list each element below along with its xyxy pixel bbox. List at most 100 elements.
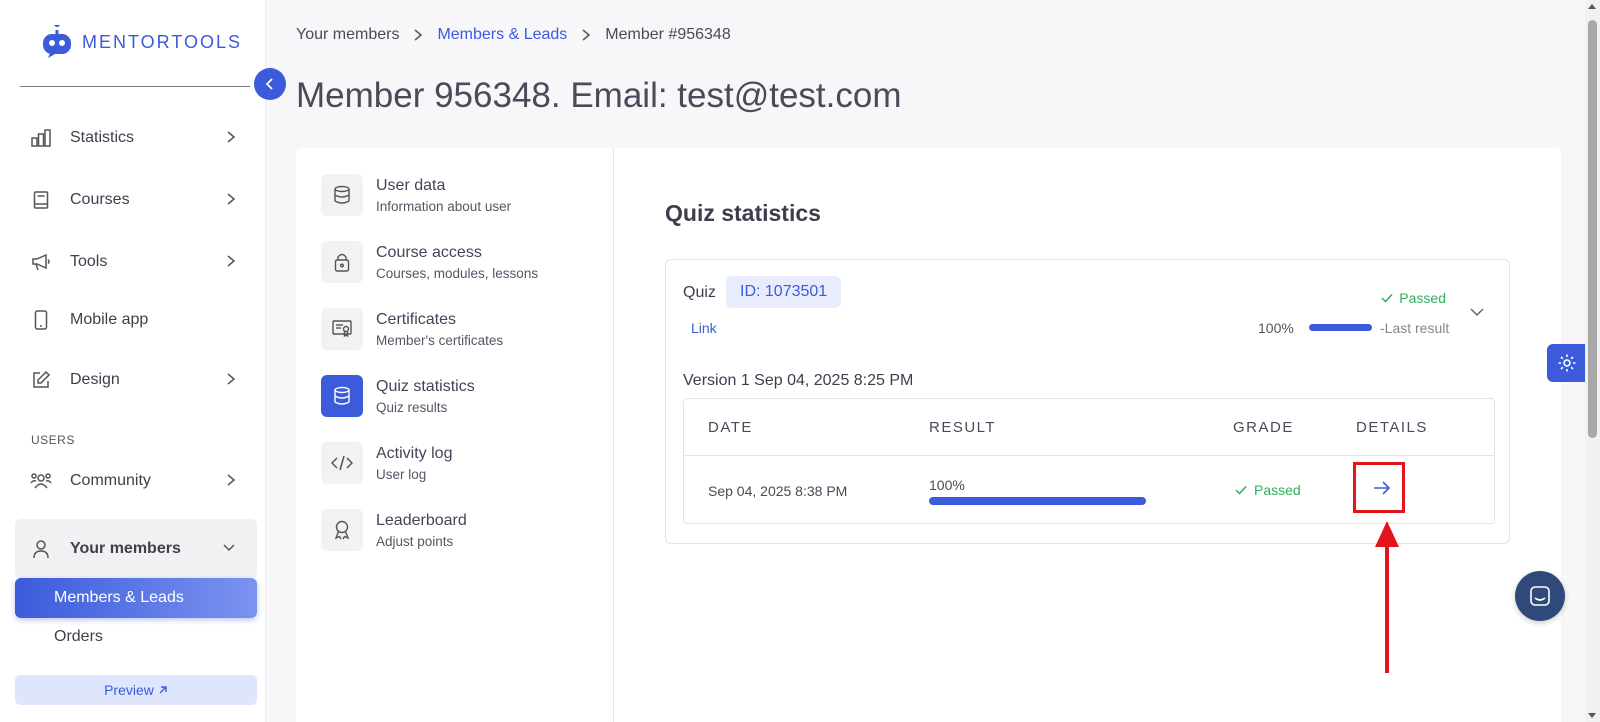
scroll-thumb[interactable] <box>1588 20 1597 438</box>
details-button[interactable] <box>1365 473 1399 503</box>
quiz-status: Passed <box>1381 290 1446 306</box>
section-label-users: USERS <box>31 433 75 447</box>
chevron-right-icon <box>582 29 591 41</box>
subnav-subtitle: Information about user <box>376 198 512 214</box>
check-icon <box>1381 293 1393 303</box>
chevron-right-icon <box>227 193 236 205</box>
subnav-title: Certificates <box>376 310 457 328</box>
code-icon <box>321 442 363 484</box>
logo-divider <box>20 86 250 87</box>
quiz-label: Quiz <box>683 284 716 301</box>
subnav-item-leaderboard[interactable]: Leaderboard Adjust points <box>321 507 601 553</box>
subnav-subtitle: User log <box>376 466 427 482</box>
quiz-content: Quiz statistics Quiz ID: 1073501 Link Pa… <box>614 148 1561 722</box>
chevron-right-icon <box>227 474 236 486</box>
sidebar-item-community[interactable]: Community <box>30 461 240 501</box>
column-header-result: RESULT <box>929 419 997 436</box>
breadcrumb: Your members Members & Leads Member #956… <box>296 26 731 44</box>
chat-button[interactable] <box>1515 571 1565 621</box>
subnav-item-course-access[interactable]: Course access Courses, modules, lessons <box>321 239 601 285</box>
subnav-title: Quiz statistics <box>376 377 475 395</box>
subnav-subtitle: Member's certificates <box>376 332 504 348</box>
chevron-down-icon <box>223 544 235 552</box>
lock-icon <box>321 241 363 283</box>
brand-name: MENTORTOOLS <box>82 31 243 52</box>
sidebar-subitem-members-leads[interactable]: Members & Leads <box>15 578 257 618</box>
subnav-title: Course access <box>376 243 482 261</box>
subnav-item-user-data[interactable]: User data Information about user <box>321 172 601 218</box>
subnav-title: User data <box>376 176 446 194</box>
breadcrumb-members-leads[interactable]: Members & Leads <box>437 26 567 44</box>
award-icon <box>321 509 363 551</box>
quiz-version: Version 1 Sep 04, 2025 8:25 PM <box>683 372 914 389</box>
sidebar-item-label: Mobile app <box>70 311 149 328</box>
breadcrumb-current: Member #956348 <box>605 26 731 43</box>
user-icon <box>30 538 52 560</box>
scroll-down-arrow[interactable] <box>1588 713 1596 718</box>
book-icon <box>30 189 52 211</box>
people-icon <box>30 470 52 492</box>
check-icon <box>1235 485 1247 495</box>
gear-icon <box>1558 354 1576 372</box>
last-result-progress-bar <box>1309 324 1372 331</box>
sidebar-item-courses[interactable]: Courses <box>30 180 240 220</box>
chevron-right-icon <box>227 373 236 385</box>
member-subnav: User data Information about user Course a… <box>296 148 614 722</box>
subnav-subtitle: Quiz results <box>376 399 448 415</box>
quiz-attempts-table: DATE RESULT GRADE DETAILS Sep 04, 2025 8… <box>683 398 1495 524</box>
external-link-icon <box>159 686 167 694</box>
sidebar-subitem-orders[interactable]: Orders <box>54 628 103 646</box>
attempt-grade: Passed <box>1235 482 1301 498</box>
column-header-date: DATE <box>708 419 753 436</box>
subnav-item-certificates[interactable]: Certificates Member's certificates <box>321 306 601 352</box>
settings-button[interactable] <box>1547 344 1587 382</box>
quiz-id-badge: ID: 1073501 <box>726 276 842 308</box>
quiz-link[interactable]: Link <box>691 320 717 336</box>
sidebar-item-mobile-app[interactable]: Mobile app <box>30 300 240 340</box>
breadcrumb-your-members[interactable]: Your members <box>296 26 399 44</box>
sidebar-item-label: Tools <box>70 253 108 270</box>
column-header-grade: GRADE <box>1233 419 1294 436</box>
page-title: Member 956348. Email: test@test.com <box>296 76 902 115</box>
page-scrollbar[interactable] <box>1585 0 1600 722</box>
sidebar-item-statistics[interactable]: Statistics <box>30 118 240 158</box>
database-icon <box>321 174 363 216</box>
attempt-result-percent: 100% <box>929 477 965 493</box>
table-header-divider <box>684 455 1494 456</box>
chat-icon <box>1530 586 1550 606</box>
chevron-down-icon[interactable] <box>1469 307 1485 317</box>
attempt-date: Sep 04, 2025 8:38 PM <box>708 483 848 499</box>
database-icon <box>321 375 363 417</box>
sidebar: MENTORTOOLS Statistics Courses Tools Mob… <box>0 0 266 722</box>
quiz-status-label: Passed <box>1399 290 1446 306</box>
subnav-subtitle: Courses, modules, lessons <box>376 265 539 281</box>
subnav-title: Activity log <box>376 444 453 462</box>
sidebar-item-label: Your members <box>70 540 181 557</box>
chevron-left-icon <box>265 78 273 90</box>
brand-logo[interactable]: MENTORTOOLS <box>40 25 242 59</box>
sidebar-item-design[interactable]: Design <box>30 360 240 400</box>
subnav-title: Leaderboard <box>376 511 467 529</box>
certificate-icon <box>321 308 363 350</box>
sidebar-item-tools[interactable]: Tools <box>30 242 240 282</box>
sidebar-item-label: Statistics <box>70 129 135 146</box>
sidebar-item-your-members[interactable]: Your members <box>30 529 240 569</box>
arrow-right-icon <box>1374 481 1391 495</box>
phone-icon <box>30 309 52 331</box>
sidebar-group-your-members: Your members <box>15 519 257 579</box>
sidebar-collapse-button[interactable] <box>254 68 286 100</box>
chevron-right-icon <box>414 29 423 41</box>
subnav-item-activity-log[interactable]: Activity log User log <box>321 440 601 486</box>
sidebar-item-label: Design <box>70 371 120 388</box>
sidebar-item-label: Courses <box>70 191 130 208</box>
last-result-percent: 100% <box>1258 320 1294 336</box>
chevron-right-icon <box>227 255 236 267</box>
sidebar-item-label: Community <box>70 472 151 489</box>
chevron-right-icon <box>227 131 236 143</box>
bar-chart-icon <box>30 127 52 149</box>
attempt-result-progress-bar <box>929 497 1146 505</box>
subnav-item-quiz-statistics[interactable]: Quiz statistics Quiz results <box>321 373 601 419</box>
scroll-up-arrow[interactable] <box>1588 4 1596 9</box>
preview-button[interactable]: Preview <box>15 675 257 705</box>
annotation-arrow <box>1375 521 1399 673</box>
